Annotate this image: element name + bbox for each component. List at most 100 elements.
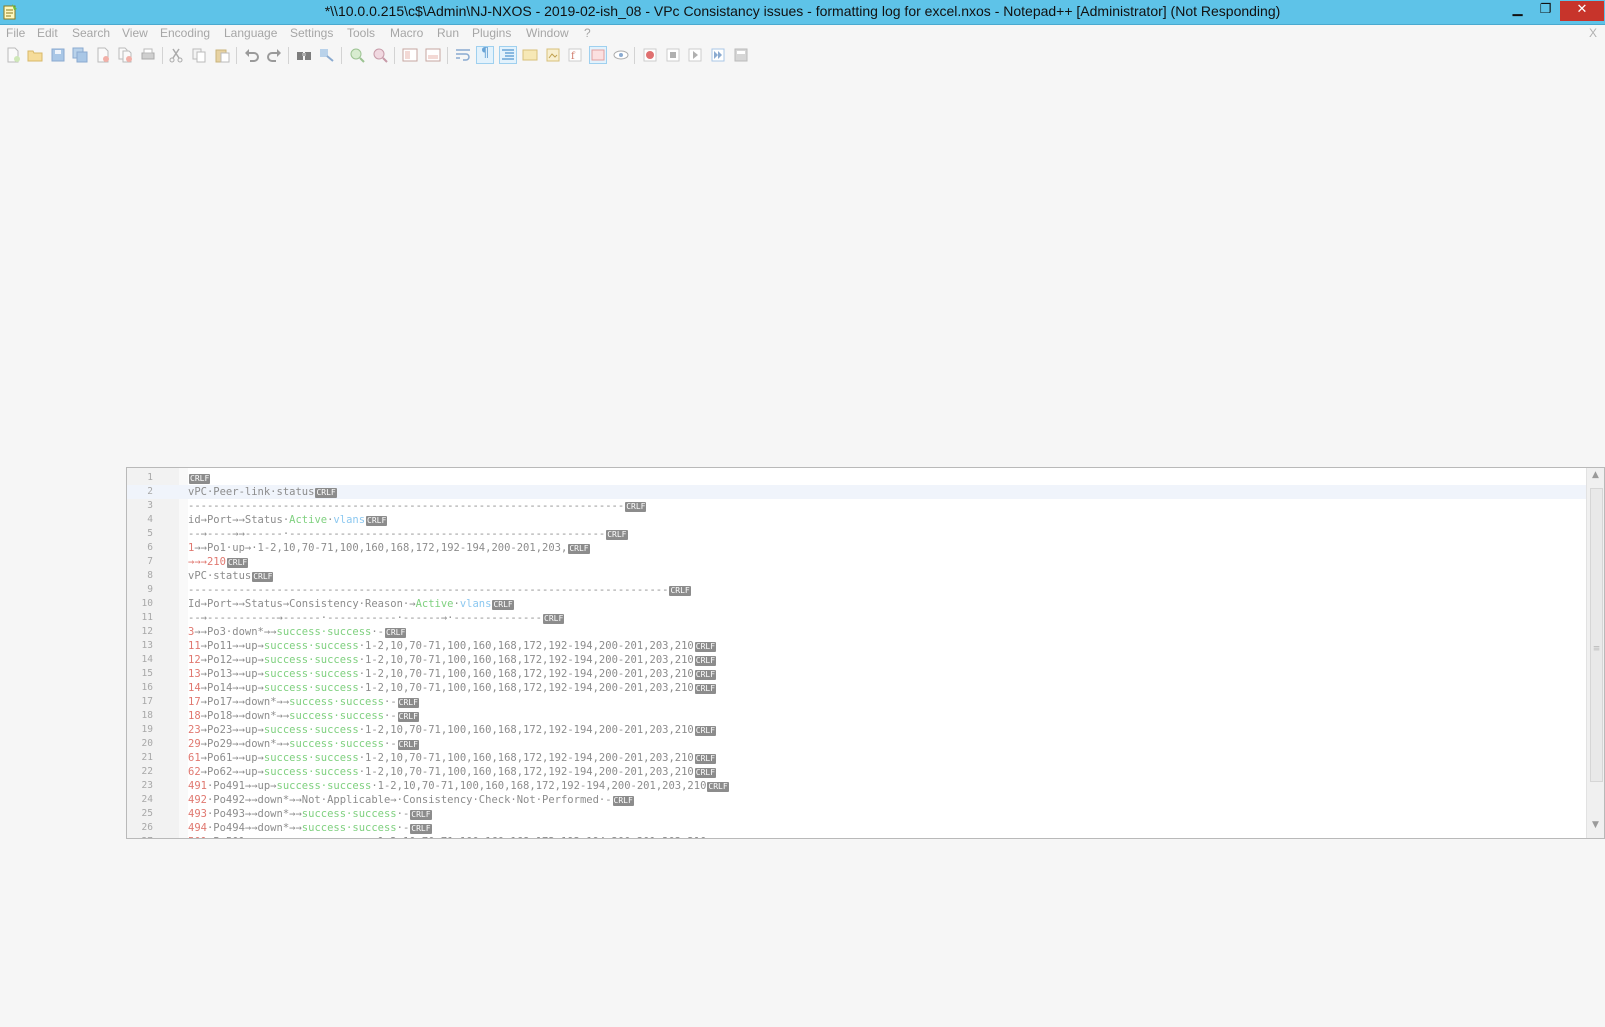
editor-line[interactable]: 25 493·Po493→→down*→→success·success·- CRL… <box>127 807 1586 821</box>
text-segment: success·success <box>263 640 359 652</box>
editor-line[interactable]: 12 3→→Po3·down*→→success·success·- CRLF <box>127 625 1586 639</box>
editor-line[interactable]: 26 494·Po494→→down*→→success·success·- CRL… <box>127 821 1586 835</box>
zoom-in-icon[interactable] <box>349 47 365 63</box>
menu-help[interactable]: ? <box>584 26 591 40</box>
find-icon[interactable] <box>296 47 312 63</box>
save-icon[interactable] <box>50 47 66 63</box>
menu-view[interactable]: View <box>122 26 148 40</box>
vertical-scrollbar[interactable]: ▲ ≡ ▼ <box>1586 468 1604 838</box>
zoom-out-icon[interactable] <box>372 47 388 63</box>
menu-macro[interactable]: Macro <box>390 26 423 40</box>
crlf-marker: CRLF <box>410 824 432 834</box>
line-text: Id→Port→→Status→Consistency·Reason·→Acti… <box>188 597 514 611</box>
line-number: 2 <box>147 486 153 497</box>
menu-search[interactable]: Search <box>72 26 110 40</box>
save-macro-icon[interactable] <box>733 47 749 63</box>
menu-tools[interactable]: Tools <box>347 26 375 40</box>
text-segment: ·- <box>396 808 410 820</box>
editor-line[interactable]: 23 491·Po491→→up→success·success·1-2,10,7… <box>127 779 1586 793</box>
editor-line[interactable]: 15 13→Po13→→up→success·success·1-2,10,70-… <box>127 667 1586 681</box>
scroll-down-arrow-icon[interactable]: ▼ <box>1587 820 1604 836</box>
copy-icon[interactable] <box>191 47 207 63</box>
editor-pane[interactable]: 1 CRLF 2 vPC·Peer-link·status CRLF 3 ---------… <box>126 467 1605 839</box>
line-text: vPC·Peer-link·status CRLF <box>188 485 337 499</box>
editor-line[interactable]: 20 29→Po29→→down*→→success·success·- CRLF <box>127 737 1586 751</box>
editor-line[interactable]: 24 492·Po492→→down*→→Not·Applicable→·Cons… <box>127 793 1586 807</box>
cut-icon[interactable] <box>168 47 184 63</box>
text-segment: ·1-2,10,70-71,100,160,168,172,192-194,20… <box>358 724 694 736</box>
editor-line[interactable]: 18 18→Po18→→down*→→success·success·- CRLF <box>127 709 1586 723</box>
crlf-marker: CRLF <box>543 614 565 624</box>
editor-line[interactable]: 14 12→Po12→→up→success·success·1-2,10,70-… <box>127 653 1586 667</box>
editor-line[interactable]: 8 vPC·status CRLF <box>127 569 1586 583</box>
editor-line[interactable]: 7 →→→210 CRLF <box>127 555 1586 569</box>
run-macro-multiple-icon[interactable] <box>710 47 726 63</box>
sync-horizontal-icon[interactable] <box>425 47 441 63</box>
editor-line[interactable]: 13 11→Po11→→up→success·success·1-2,10,70-… <box>127 639 1586 653</box>
editor-line[interactable]: 4 id→Port→→Status·Active·vlans CRLF <box>127 513 1586 527</box>
editor-line[interactable]: 2 vPC·Peer-link·status CRLF <box>127 485 1586 499</box>
menu-settings[interactable]: Settings <box>290 26 333 40</box>
editor-line[interactable]: 19 23→Po23→→up→success·success·1-2,10,70-… <box>127 723 1586 737</box>
editor-line[interactable]: 22 62→Po62→→up→success·success·1-2,10,70-… <box>127 765 1586 779</box>
editor-line[interactable]: 1 CRLF <box>127 471 1586 485</box>
minimize-button[interactable]: ▁ <box>1504 1 1531 21</box>
paste-icon[interactable] <box>214 47 230 63</box>
text-segment: ·- <box>384 696 397 708</box>
text-segment: ----------------------------------------… <box>188 584 669 596</box>
toolbar-separator <box>634 47 635 64</box>
close-document-button[interactable]: X <box>1589 26 1597 40</box>
text-segment: vPC·status <box>188 570 252 582</box>
crlf-marker: CRLF <box>385 628 407 638</box>
sync-vertical-icon[interactable] <box>402 47 418 63</box>
indent-guide-icon[interactable] <box>499 46 517 64</box>
menu-encoding[interactable]: Encoding <box>160 26 210 40</box>
folder-as-workspace-icon[interactable] <box>589 46 607 64</box>
scroll-thumb[interactable]: ≡ <box>1590 488 1603 782</box>
word-wrap-icon[interactable] <box>455 47 471 63</box>
line-number: 13 <box>141 640 153 651</box>
menu-file[interactable]: File <box>6 26 25 40</box>
title-bar: *\\10.0.0.215\c$\Admin\NJ-NXOS - 2019-02… <box>0 0 1605 25</box>
line-number: 20 <box>141 738 153 749</box>
close-button[interactable]: ✕ <box>1560 1 1604 21</box>
undo-icon[interactable] <box>244 47 260 63</box>
redo-icon[interactable] <box>266 47 282 63</box>
close-all-icon[interactable] <box>117 47 133 63</box>
editor-line[interactable]: 21 61→Po61→→up→success·success·1-2,10,70-… <box>127 751 1586 765</box>
monitoring-icon[interactable] <box>613 47 629 63</box>
editor-line[interactable]: 9 ---------------------------------------… <box>127 583 1586 597</box>
menu-language[interactable]: Language <box>224 26 277 40</box>
editor-line[interactable]: 3 ---------------------------------------… <box>127 499 1586 513</box>
document-map-icon[interactable] <box>545 47 561 63</box>
line-text: id→Port→→Status·Active·vlans CRLF <box>188 513 388 527</box>
show-all-characters-button[interactable]: ¶ <box>476 46 494 64</box>
stop-recording-icon[interactable] <box>665 47 681 63</box>
editor-line[interactable]: 10 Id→Port→→Status→Consistency·Reason·→Ac… <box>127 597 1586 611</box>
menu-edit[interactable]: Edit <box>37 26 58 40</box>
replace-icon[interactable] <box>319 47 335 63</box>
scroll-up-arrow-icon[interactable]: ▲ <box>1587 470 1604 486</box>
maximize-button[interactable]: ❐ <box>1532 1 1559 21</box>
crlf-marker: CRLF <box>694 670 717 680</box>
print-icon[interactable] <box>140 47 156 63</box>
editor-line[interactable]: 27 501·Po501→→up→success·success·1-2,10,7… <box>127 835 1586 838</box>
new-file-icon[interactable] <box>5 47 21 63</box>
close-icon-tb[interactable] <box>95 47 111 63</box>
record-macro-icon[interactable] <box>642 47 658 63</box>
editor-line[interactable]: 11 --→-----------→------·-----------·----… <box>127 611 1586 625</box>
function-list-icon[interactable]: f <box>567 47 583 63</box>
save-all-icon[interactable] <box>72 47 88 63</box>
playback-macro-icon[interactable] <box>687 47 703 63</box>
editor-line[interactable]: 17 17→Po17→→down*→→success·success·- CRLF <box>127 695 1586 709</box>
editor-line[interactable]: 5 --→----→→------·-----------------------… <box>127 527 1586 541</box>
editor-line[interactable]: 16 14→Po14→→up→success·success·1-2,10,70-… <box>127 681 1586 695</box>
user-defined-language-icon[interactable] <box>522 47 538 63</box>
menu-window[interactable]: Window <box>526 26 569 40</box>
editor-text-area[interactable]: 1 CRLF 2 vPC·Peer-link·status CRLF 3 ---------… <box>127 471 1586 838</box>
open-file-icon[interactable] <box>27 47 43 63</box>
editor-line[interactable]: 6 1→→Po1·up→·1-2,10,70-71,100,160,168,172… <box>127 541 1586 555</box>
menu-plugins[interactable]: Plugins <box>472 26 511 40</box>
line-number: 17 <box>141 696 153 707</box>
menu-run[interactable]: Run <box>437 26 459 40</box>
